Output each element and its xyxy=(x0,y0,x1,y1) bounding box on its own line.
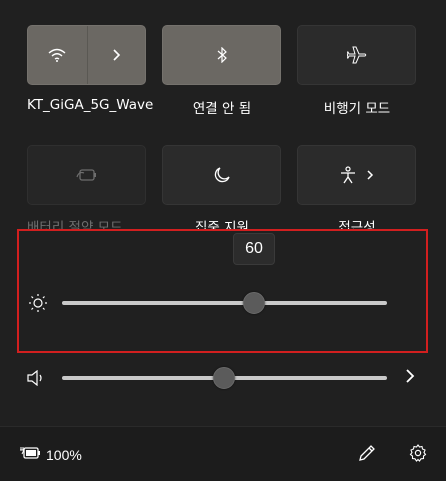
wifi-icon xyxy=(48,48,66,62)
edit-button[interactable] xyxy=(356,445,378,465)
highlight-box xyxy=(17,229,428,353)
settings-button[interactable] xyxy=(407,444,429,466)
volume-slider-thumb[interactable] xyxy=(213,367,235,389)
wifi-label: KT_GiGA_5G_Wave xyxy=(27,97,154,113)
battery-saver-icon xyxy=(75,168,98,182)
brightness-slider-track[interactable] xyxy=(62,301,387,305)
chevron-right-icon xyxy=(405,368,415,388)
footer-bar: 100% xyxy=(0,426,446,481)
battery-charging-icon xyxy=(20,445,42,464)
pencil-icon xyxy=(358,444,376,466)
battery-saver-tile xyxy=(27,145,146,205)
accessibility-tile[interactable] xyxy=(297,145,416,205)
moon-icon xyxy=(214,167,230,183)
bluetooth-icon xyxy=(216,47,228,63)
bluetooth-tile[interactable] xyxy=(162,25,281,85)
brightness-slider-thumb[interactable] xyxy=(243,292,265,314)
volume-more-button[interactable] xyxy=(402,368,418,388)
accessibility-icon xyxy=(340,166,356,184)
battery-percentage: 100% xyxy=(46,446,82,463)
brightness-tooltip: 60 xyxy=(233,233,275,265)
airplane-icon xyxy=(346,46,367,64)
chevron-right-icon xyxy=(366,169,374,181)
airplane-tile[interactable] xyxy=(297,25,416,85)
battery-status[interactable]: 100% xyxy=(20,445,82,464)
gear-icon xyxy=(409,444,427,466)
wifi-more-button[interactable] xyxy=(88,26,146,84)
wifi-tile[interactable] xyxy=(27,25,146,85)
chevron-right-icon xyxy=(111,48,121,62)
sun-icon xyxy=(28,293,48,313)
accessibility-label: 접근성 xyxy=(338,220,376,229)
airplane-label: 비행기 모드 xyxy=(323,101,391,117)
focus-assist-tile[interactable] xyxy=(162,145,281,205)
battery-saver-label: 배터리 절약 모드 xyxy=(27,220,123,229)
focus-assist-label: 집중 지원 xyxy=(195,220,249,229)
bluetooth-label: 연결 안 됨 xyxy=(192,101,252,117)
speaker-icon[interactable] xyxy=(26,369,46,387)
wifi-toggle[interactable] xyxy=(28,26,88,84)
